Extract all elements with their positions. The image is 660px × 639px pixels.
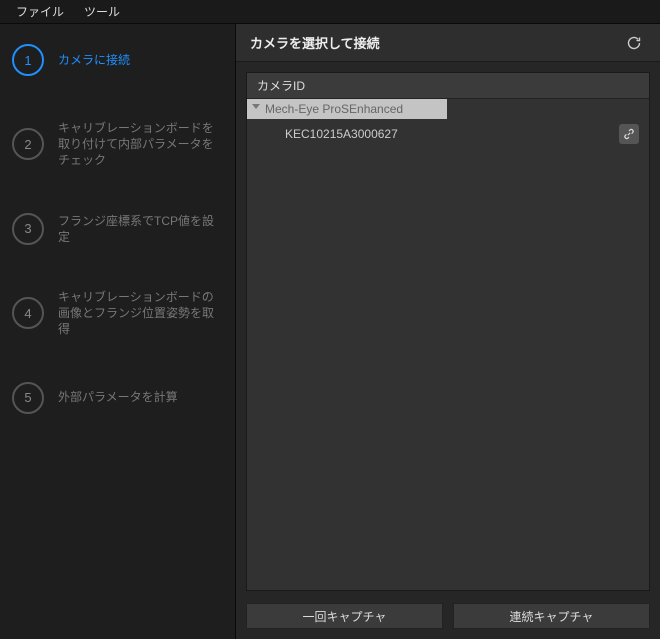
step-number: 1 [12, 44, 44, 76]
camera-group[interactable]: Mech-Eye ProSEnhanced [247, 99, 447, 119]
camera-group-label: Mech-Eye ProSEnhanced [265, 102, 403, 116]
step-1-connect-camera[interactable]: 1 カメラに接続 [12, 44, 223, 76]
menu-tool[interactable]: ツール [74, 1, 130, 22]
content-header: カメラを選択して接続 [236, 24, 660, 62]
connect-button[interactable] [619, 124, 639, 144]
menubar: ファイル ツール [0, 0, 660, 24]
step-label: フランジ座標系でTCP値を設定 [58, 213, 223, 245]
panel-spacer [247, 149, 649, 590]
capture-once-button[interactable]: 一回キャプチャ [246, 603, 443, 629]
camera-list-panel: カメラID Mech-Eye ProSEnhanced KEC10215A300… [246, 72, 650, 591]
step-number: 5 [12, 382, 44, 414]
capture-continuous-button[interactable]: 連続キャプチャ [453, 603, 650, 629]
sidebar: 1 カメラに接続 2 キャリブレーションボードを取り付けて内部パラメータをチェッ… [0, 24, 236, 639]
step-3-tcp[interactable]: 3 フランジ座標系でTCP値を設定 [12, 213, 223, 245]
step-label: キャリブレーションボードを取り付けて内部パラメータをチェック [58, 120, 223, 169]
step-number: 3 [12, 213, 44, 245]
step-label: 外部パラメータを計算 [58, 389, 178, 405]
content: カメラを選択して接続 カメラID Mech-Eye ProSEnhanced K… [236, 24, 660, 639]
column-header-camera-id: カメラID [247, 73, 649, 99]
step-5-compute[interactable]: 5 外部パラメータを計算 [12, 382, 223, 414]
link-icon [623, 128, 635, 140]
refresh-button[interactable] [622, 31, 646, 55]
menu-file[interactable]: ファイル [6, 1, 74, 22]
step-number: 4 [12, 297, 44, 329]
step-2-calib-board[interactable]: 2 キャリブレーションボードを取り付けて内部パラメータをチェック [12, 120, 223, 169]
step-4-images[interactable]: 4 キャリブレーションボードの画像とフランジ位置姿勢を取得 [12, 289, 223, 338]
step-number: 2 [12, 128, 44, 160]
camera-item[interactable]: KEC10215A3000627 [247, 119, 649, 149]
refresh-icon [626, 35, 642, 51]
step-label: カメラに接続 [58, 52, 130, 68]
footer-buttons: 一回キャプチャ 連続キャプチャ [236, 597, 660, 639]
content-title: カメラを選択して接続 [250, 33, 622, 52]
camera-id: KEC10215A3000627 [285, 127, 619, 141]
chevron-down-icon [252, 104, 260, 109]
step-label: キャリブレーションボードの画像とフランジ位置姿勢を取得 [58, 289, 223, 338]
main: 1 カメラに接続 2 キャリブレーションボードを取り付けて内部パラメータをチェッ… [0, 24, 660, 639]
